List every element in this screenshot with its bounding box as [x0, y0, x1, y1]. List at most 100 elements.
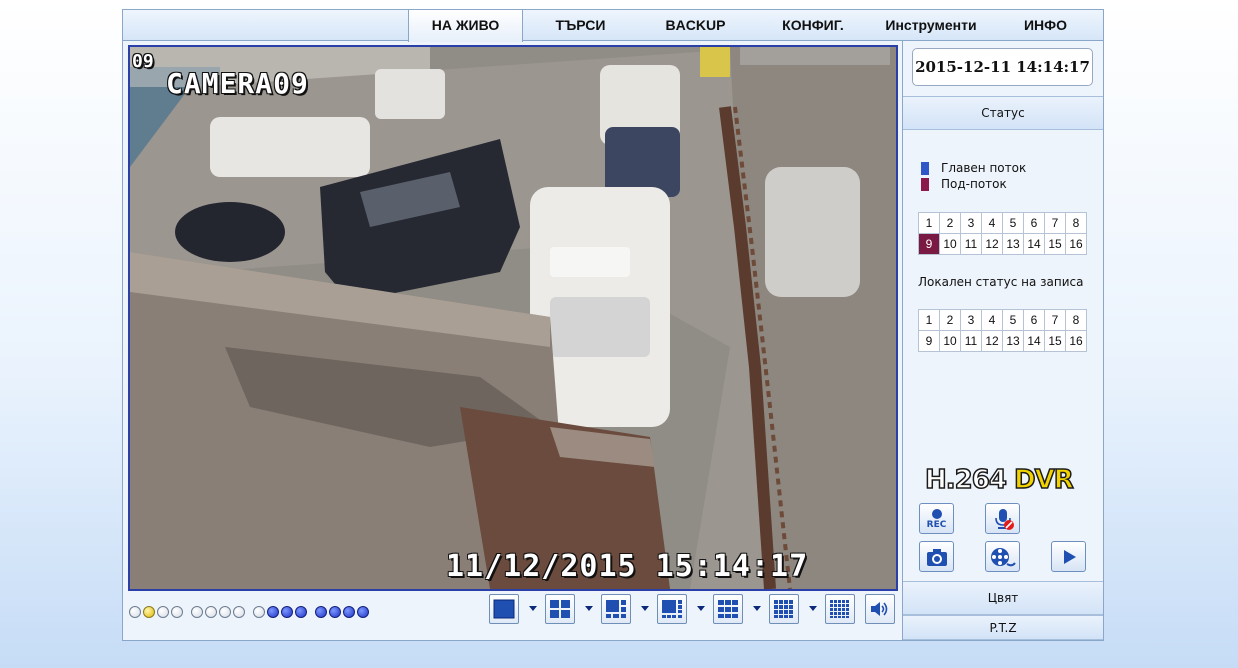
channel-dot[interactable]: [157, 606, 169, 618]
main-stream-swatch: [921, 161, 929, 175]
channel-cell[interactable]: 7: [1044, 212, 1066, 234]
chevron-down-icon[interactable]: [697, 606, 705, 611]
tab-config[interactable]: КОНФИГ.: [763, 10, 863, 41]
channel-cell[interactable]: 16: [1065, 233, 1087, 255]
tab-info[interactable]: ИНФО: [1008, 10, 1083, 41]
record-clip-button[interactable]: [985, 541, 1020, 572]
single-view-icon: [493, 599, 515, 619]
layout-1x1-button[interactable]: [489, 594, 519, 624]
camera-icon: [926, 548, 947, 566]
channel-cell[interactable]: 13: [1002, 233, 1024, 255]
channel-dot[interactable]: [357, 606, 369, 618]
grid-row: 9 10 11 12 13 14 15 16: [918, 330, 1087, 352]
bottom-toolbar: [123, 594, 901, 640]
chevron-down-icon[interactable]: [641, 606, 649, 611]
channel-cell[interactable]: 12: [981, 233, 1003, 255]
channel-dot[interactable]: [267, 606, 279, 618]
playback-button[interactable]: [1051, 541, 1086, 572]
chevron-down-icon[interactable]: [529, 606, 537, 611]
channel-cell-active[interactable]: 9: [918, 233, 940, 255]
channel-dot-group-2: [191, 606, 245, 618]
grid-row: 9 10 11 12 13 14 15 16: [918, 233, 1087, 255]
channel-dot[interactable]: [315, 606, 327, 618]
brand-logo: H.264 DVR: [924, 464, 1074, 496]
six-view-icon: [606, 600, 626, 618]
live-video-view[interactable]: 09 CAMERA09 11/12/2015 15:14:17: [128, 45, 898, 591]
film-reel-icon: [990, 547, 1016, 566]
channel-cell: 12: [981, 330, 1003, 352]
top-navigation-bar: НА ЖИВО ТЪРСИ BACKUP КОНФИГ. Инструменти…: [123, 10, 1103, 42]
sub-stream-swatch: [921, 177, 929, 191]
channel-dot[interactable]: [143, 606, 155, 618]
record-status-label: Локален статус на записа: [918, 275, 1084, 289]
rec-label: REC: [926, 519, 947, 530]
channel-dot-group-3: [253, 606, 307, 618]
channel-cell[interactable]: 10: [939, 233, 961, 255]
camera-feed-image: [130, 47, 896, 589]
layout-1plus7-button[interactable]: [657, 594, 687, 624]
channel-dot[interactable]: [253, 606, 265, 618]
channel-cell: 7: [1044, 309, 1066, 331]
color-panel-header[interactable]: Цвят: [903, 581, 1103, 615]
channel-number-overlay: 09: [132, 51, 154, 72]
tab-live[interactable]: НА ЖИВО: [408, 10, 523, 42]
channel-dot-group-1: [129, 606, 183, 618]
tab-backup[interactable]: BACKUP: [643, 10, 748, 41]
channel-cell[interactable]: 14: [1023, 233, 1045, 255]
channel-cell[interactable]: 15: [1044, 233, 1066, 255]
speaker-icon: [871, 602, 888, 616]
legend-label: Под-поток: [941, 177, 1007, 191]
layout-3x3-button[interactable]: [713, 594, 743, 624]
tab-search[interactable]: ТЪРСИ: [528, 10, 633, 41]
channel-dot[interactable]: [233, 606, 245, 618]
channel-cell: 8: [1065, 309, 1087, 331]
channel-dot[interactable]: [281, 606, 293, 618]
layout-2x2-button[interactable]: [545, 594, 575, 624]
channel-dot[interactable]: [219, 606, 231, 618]
camera-name-overlay: CAMERA09: [166, 67, 309, 100]
channel-cell: 14: [1023, 330, 1045, 352]
channel-dot[interactable]: [329, 606, 341, 618]
layout-4x4-button[interactable]: [769, 594, 799, 624]
channel-cell: 13: [1002, 330, 1024, 352]
audio-button[interactable]: [865, 594, 895, 624]
legend-sub-stream: Под-поток: [921, 177, 1007, 191]
record-button[interactable]: REC: [919, 503, 954, 534]
channel-cell[interactable]: 5: [1002, 212, 1024, 234]
sixteen-view-icon: [774, 600, 793, 618]
snapshot-button[interactable]: [919, 541, 954, 572]
channel-dot[interactable]: [191, 606, 203, 618]
channel-dot[interactable]: [129, 606, 141, 618]
layout-1plus5-button[interactable]: [601, 594, 631, 624]
dvr-app-window: НА ЖИВО ТЪРСИ BACKUP КОНФИГ. Инструменти…: [122, 9, 1104, 641]
channel-cell: 5: [1002, 309, 1024, 331]
channel-dot[interactable]: [295, 606, 307, 618]
channel-cell[interactable]: 3: [960, 212, 982, 234]
microphone-button[interactable]: [985, 503, 1020, 534]
channel-dot[interactable]: [343, 606, 355, 618]
channel-cell[interactable]: 1: [918, 212, 940, 234]
channel-cell[interactable]: 4: [981, 212, 1003, 234]
channel-cell[interactable]: 6: [1023, 212, 1045, 234]
quad-view-icon: [550, 600, 570, 618]
chevron-down-icon[interactable]: [585, 606, 593, 611]
layout-5x5-button[interactable]: [825, 594, 855, 624]
channel-cell: 6: [1023, 309, 1045, 331]
channel-dot[interactable]: [205, 606, 217, 618]
channel-cell: 3: [960, 309, 982, 331]
chevron-down-icon[interactable]: [809, 606, 817, 611]
channel-cell: 9: [918, 330, 940, 352]
channel-cell[interactable]: 8: [1065, 212, 1087, 234]
eight-view-icon: [662, 600, 682, 618]
channel-dot[interactable]: [171, 606, 183, 618]
brand-main-text: H.264: [924, 464, 1007, 496]
chevron-down-icon[interactable]: [753, 606, 761, 611]
channel-cell[interactable]: 11: [960, 233, 982, 255]
tab-tools[interactable]: Инструменти: [871, 10, 991, 41]
right-sidebar: 2015-12-11 14:14:17 Статус Главен поток …: [902, 41, 1103, 640]
status-panel-header[interactable]: Статус: [903, 96, 1103, 130]
grid-row: 1 2 3 4 5 6 7 8: [918, 309, 1087, 331]
channel-cell[interactable]: 2: [939, 212, 961, 234]
ptz-panel-header[interactable]: P.T.Z: [903, 615, 1103, 640]
stream-status-grid: 1 2 3 4 5 6 7 8 9 10 11 12 13 14 15 16: [918, 212, 1087, 255]
